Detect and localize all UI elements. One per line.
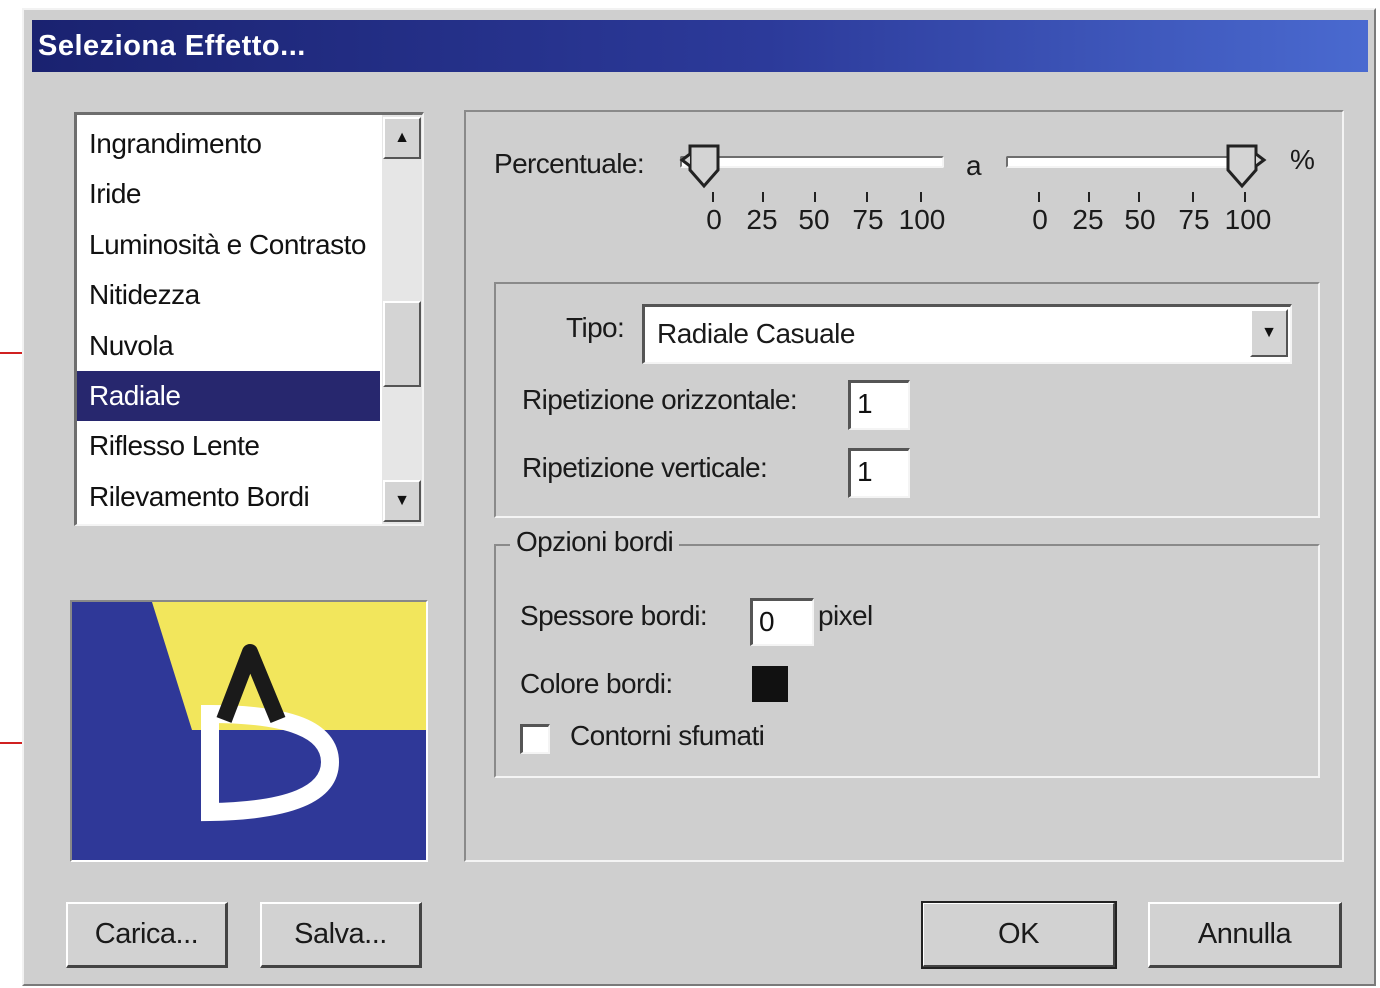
from-tick-0: 0: [706, 204, 722, 235]
border-options-legend: Opzioni bordi: [510, 526, 680, 558]
cancel-button[interactable]: Annulla: [1148, 902, 1342, 968]
load-button[interactable]: Carica...: [66, 902, 228, 968]
v-repeat-input[interactable]: 1: [848, 448, 910, 498]
to-tick-50: 50: [1124, 204, 1156, 235]
arrow-up-icon: ▲: [394, 129, 410, 146]
type-label: Tipo:: [566, 312, 625, 343]
list-scrollbar[interactable]: ▲ ▼: [382, 115, 422, 524]
from-tick-50: 50: [798, 204, 830, 235]
title-bar: Seleziona Effetto...: [32, 20, 1368, 72]
feather-edges-label: Contorni sfumati: [570, 720, 765, 751]
type-dropdown[interactable]: Radiale Casuale ▼: [642, 304, 1292, 364]
v-repeat-label: Ripetizione verticale:: [522, 452, 768, 483]
border-color-swatch[interactable]: [752, 666, 788, 702]
effect-list-item[interactable]: Luminosità e Contrasto: [77, 220, 380, 270]
percent-from-thumb[interactable]: [676, 140, 732, 192]
type-group: Tipo: Radiale Casuale ▼ Ripetizione oriz…: [494, 282, 1320, 518]
effects-list-items: Ingrandimento Iride Luminosità e Contrasto…: [77, 119, 380, 522]
effect-list-item[interactable]: Radiale: [77, 370, 380, 422]
effect-list-item[interactable]: Rilevamento Bordi: [77, 472, 380, 522]
from-tick-25: 25: [746, 204, 778, 235]
scroll-thumb[interactable]: [383, 301, 421, 387]
effect-preview: [70, 600, 428, 862]
from-tick-100: 100: [898, 204, 946, 235]
border-color-label: Colore bordi:: [520, 668, 673, 699]
effect-dialog: Seleziona Effetto... Ingrandimento Iride L…: [22, 8, 1376, 986]
to-tick-75: 75: [1178, 204, 1210, 235]
effects-listbox[interactable]: Ingrandimento Iride Luminosità e Contrasto…: [74, 112, 424, 526]
h-repeat-input[interactable]: 1: [848, 380, 910, 430]
border-options-group: Opzioni bordi Spessore bordi: 0 pixel Co…: [494, 526, 1320, 778]
scroll-down-button[interactable]: ▼: [383, 480, 421, 522]
percent-separator: a: [966, 150, 982, 181]
save-button[interactable]: Salva...: [260, 902, 422, 968]
effect-list-item[interactable]: Ingrandimento: [77, 119, 380, 169]
to-tick-25: 25: [1072, 204, 1104, 235]
type-dropdown-value: Radiale Casuale: [657, 318, 855, 349]
ok-button[interactable]: OK: [921, 901, 1117, 969]
arrow-down-icon: ▼: [394, 492, 410, 509]
feather-edges-checkbox[interactable]: [520, 724, 550, 754]
effect-list-item[interactable]: Riflesso Lente: [77, 421, 380, 471]
to-tick-0: 0: [1032, 204, 1048, 235]
border-thickness-unit: pixel: [818, 600, 873, 631]
border-thickness-input[interactable]: 0: [750, 598, 814, 646]
scroll-up-button[interactable]: ▲: [383, 117, 421, 159]
type-dropdown-button[interactable]: ▼: [1250, 309, 1288, 357]
callout-line-bottom: [0, 742, 24, 744]
percent-to-thumb[interactable]: [1218, 140, 1274, 192]
callout-line-top: [0, 352, 24, 354]
effect-settings-panel: Percentuale: 0 25 50 75 100 a 0 25 50 75…: [464, 110, 1344, 862]
percent-label: Percentuale:: [494, 148, 645, 179]
chevron-down-icon: ▼: [1261, 324, 1277, 341]
to-tick-100: 100: [1224, 204, 1272, 235]
h-repeat-label: Ripetizione orizzontale:: [522, 384, 798, 415]
effect-list-item[interactable]: Nitidezza: [77, 270, 380, 320]
preview-image: [72, 602, 426, 860]
border-thickness-label: Spessore bordi:: [520, 600, 708, 631]
effect-list-item[interactable]: Nuvola: [77, 321, 380, 371]
percent-unit: %: [1290, 144, 1315, 175]
effect-list-item[interactable]: Iride: [77, 169, 380, 219]
from-tick-75: 75: [852, 204, 884, 235]
